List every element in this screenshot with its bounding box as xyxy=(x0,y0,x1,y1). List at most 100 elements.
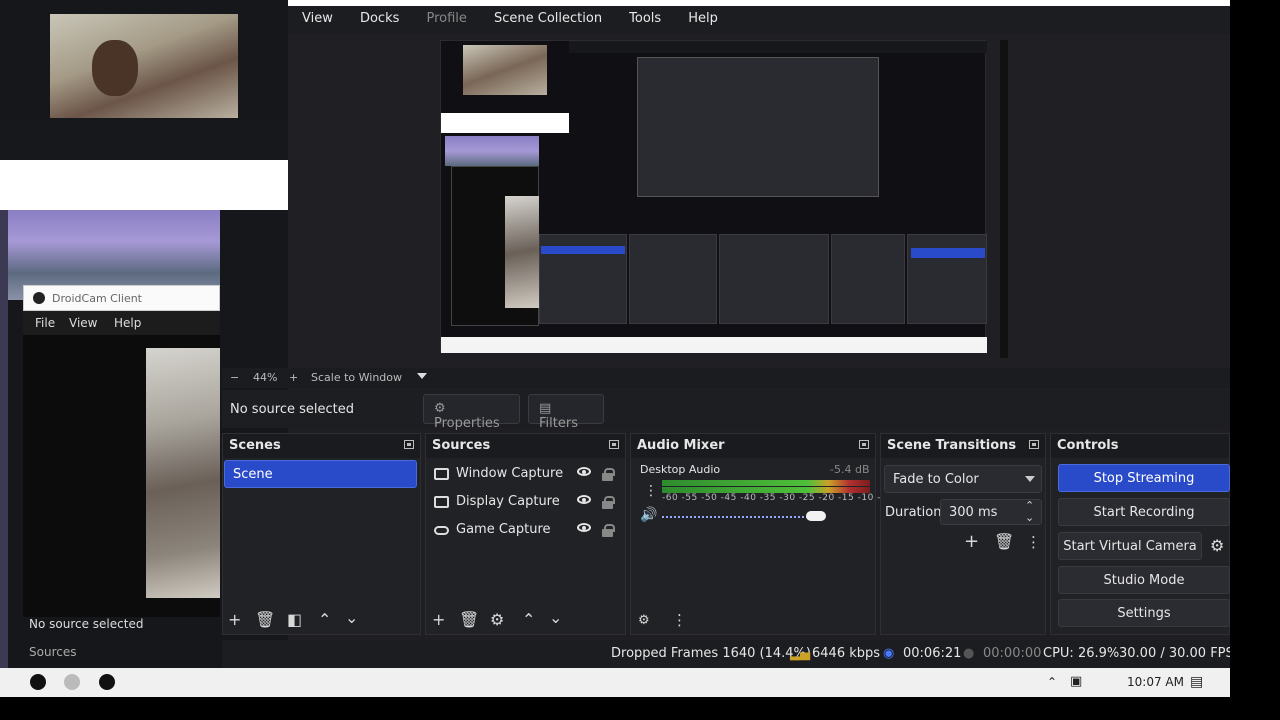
droidcam-menu-file[interactable]: File xyxy=(35,316,55,330)
app-taskbar-icon[interactable] xyxy=(64,674,80,690)
scene-transitions-title: Scene Transitions xyxy=(881,434,1045,458)
audio-mixer-title: Audio Mixer xyxy=(631,434,875,458)
move-up-icon[interactable]: ⌃ xyxy=(318,612,331,628)
obs-menubar: View Docks Profile Scene Collection Tool… xyxy=(288,0,1230,34)
nested-white-box xyxy=(441,113,569,133)
trash-icon[interactable]: 🗑 xyxy=(994,534,1014,550)
desktop-audio-label: Desktop Audio xyxy=(640,463,721,476)
menu-docks[interactable]: Docks xyxy=(346,6,407,26)
background-sources-label: Sources xyxy=(29,645,77,659)
zoom-out-button[interactable]: − xyxy=(230,371,239,384)
window-icon xyxy=(434,468,449,480)
start-virtual-camera-button[interactable]: Start Virtual Camera xyxy=(1058,532,1202,560)
undock-icon[interactable] xyxy=(609,440,619,449)
add-icon[interactable]: + xyxy=(964,533,979,551)
eye-icon[interactable] xyxy=(577,523,591,532)
cpu-usage: CPU: 26.9% xyxy=(1043,646,1120,661)
no-source-selected-label: No source selected xyxy=(230,402,354,417)
menu-profile[interactable]: Profile xyxy=(412,6,474,26)
properties-label: Properties xyxy=(434,416,500,431)
add-icon[interactable]: + xyxy=(228,612,241,628)
speaker-icon[interactable]: 🔊 xyxy=(640,507,657,523)
droidcam-menu-view[interactable]: View xyxy=(69,316,97,330)
lock-icon[interactable] xyxy=(602,468,615,481)
undock-icon[interactable] xyxy=(859,440,869,449)
decrement-icon[interactable]: ⌄ xyxy=(1025,510,1034,526)
lock-icon[interactable] xyxy=(602,524,615,537)
clock[interactable]: 10:07 AM xyxy=(1127,675,1184,689)
source-label: Game Capture xyxy=(456,522,551,537)
properties-button[interactable]: ⚙ Properties xyxy=(423,394,520,431)
nested-landscape xyxy=(445,136,539,166)
nested-droidcam-video xyxy=(505,196,539,308)
scale-mode-dropdown-icon[interactable] xyxy=(417,373,427,379)
fps: 30.00 / 30.00 FPS xyxy=(1119,646,1230,661)
move-down-icon[interactable]: ⌄ xyxy=(345,610,358,626)
nested-sources xyxy=(629,234,717,324)
transition-select[interactable]: Fade to Color xyxy=(884,465,1042,493)
network-icon[interactable]: ▣ xyxy=(1070,674,1082,690)
nested-menubar xyxy=(569,41,987,53)
eye-icon[interactable] xyxy=(577,467,591,476)
undock-icon[interactable] xyxy=(1029,440,1039,449)
dropped-frames: Dropped Frames 1640 (14.4%) xyxy=(611,646,811,661)
stop-streaming-button[interactable]: Stop Streaming xyxy=(1058,464,1230,492)
trash-icon[interactable]: 🗑 xyxy=(459,612,479,628)
obs-taskbar-icon[interactable] xyxy=(30,674,46,690)
volume-slider-track[interactable] xyxy=(662,516,812,518)
eye-icon[interactable] xyxy=(577,495,591,504)
studio-mode-button[interactable]: Studio Mode xyxy=(1058,566,1230,594)
desktop-strip xyxy=(0,210,8,670)
move-up-icon[interactable]: ⌃ xyxy=(522,612,535,628)
zoom-level: 44% xyxy=(253,371,278,384)
droidcam-menubar: File View Help xyxy=(23,311,220,335)
preview-toolbar: − 44% + Scale to Window xyxy=(222,368,1230,388)
volume-slider-handle[interactable] xyxy=(806,511,826,521)
kebab-menu-icon[interactable]: ⋮ xyxy=(644,483,658,499)
gamepad-icon xyxy=(434,526,449,535)
notification-icon[interactable]: ▤ xyxy=(1190,674,1203,690)
droidcam-menu-help[interactable]: Help xyxy=(114,316,141,330)
menu-tools[interactable]: Tools xyxy=(615,6,669,26)
scene-item-scene[interactable]: Scene xyxy=(224,460,417,488)
recording-icon: ● xyxy=(963,646,975,661)
mixer-settings-icon[interactable]: ⚙ xyxy=(638,613,650,629)
source-toolbar xyxy=(222,390,1230,428)
menu-help[interactable]: Help xyxy=(674,6,726,26)
gear-icon: ⚙ xyxy=(434,401,446,416)
meter-ticks: -60 -55 -50 -45 -40 -35 -30 -25 -20 -15 … xyxy=(662,493,897,503)
zoom-in-button[interactable]: + xyxy=(289,371,298,384)
droidcam-icon xyxy=(33,292,45,304)
move-down-icon[interactable]: ⌄ xyxy=(549,610,562,626)
meter-bar-left xyxy=(662,480,870,486)
recording-time: 00:00:00 xyxy=(983,646,1042,661)
nested-taskbar xyxy=(441,337,987,353)
menu-view[interactable]: View xyxy=(288,6,341,26)
source-label: Window Capture xyxy=(456,466,564,481)
chevron-down-icon[interactable] xyxy=(1025,476,1035,482)
preview-canvas[interactable] xyxy=(440,40,987,353)
kebab-menu-icon[interactable]: ⋮ xyxy=(672,612,687,628)
add-icon[interactable]: + xyxy=(432,612,445,628)
start-recording-button[interactable]: Start Recording xyxy=(1058,498,1230,526)
trash-icon[interactable]: 🗑 xyxy=(255,612,275,628)
signal-bars-icon: ▂▄ xyxy=(790,646,810,661)
lock-icon[interactable] xyxy=(602,496,615,509)
obs-taskbar-icon[interactable] xyxy=(99,674,115,690)
scale-mode-label[interactable]: Scale to Window xyxy=(311,371,402,384)
virtual-camera-settings-icon[interactable]: ⚙ xyxy=(1210,536,1230,556)
chevron-up-icon[interactable]: ⌃ xyxy=(1047,674,1057,690)
right-black-border xyxy=(1230,0,1280,720)
scenes-title: Scenes xyxy=(223,434,420,458)
filters-button[interactable]: ▤ Filters xyxy=(528,394,604,431)
preview-edge xyxy=(1000,40,1008,358)
settings-button[interactable]: Settings xyxy=(1058,599,1230,627)
droidcam-titlebar[interactable]: DroidCam Client xyxy=(23,285,220,311)
undock-icon[interactable] xyxy=(404,440,414,449)
filter-icon[interactable]: ◧ xyxy=(287,612,302,628)
kebab-menu-icon[interactable]: ⋮ xyxy=(1026,534,1041,550)
gear-icon[interactable]: ⚙ xyxy=(490,612,504,628)
desktop-audio-db: -5.4 dB xyxy=(830,463,870,476)
menu-scene-collection[interactable]: Scene Collection xyxy=(480,6,610,26)
nested-stream-button xyxy=(911,248,985,258)
